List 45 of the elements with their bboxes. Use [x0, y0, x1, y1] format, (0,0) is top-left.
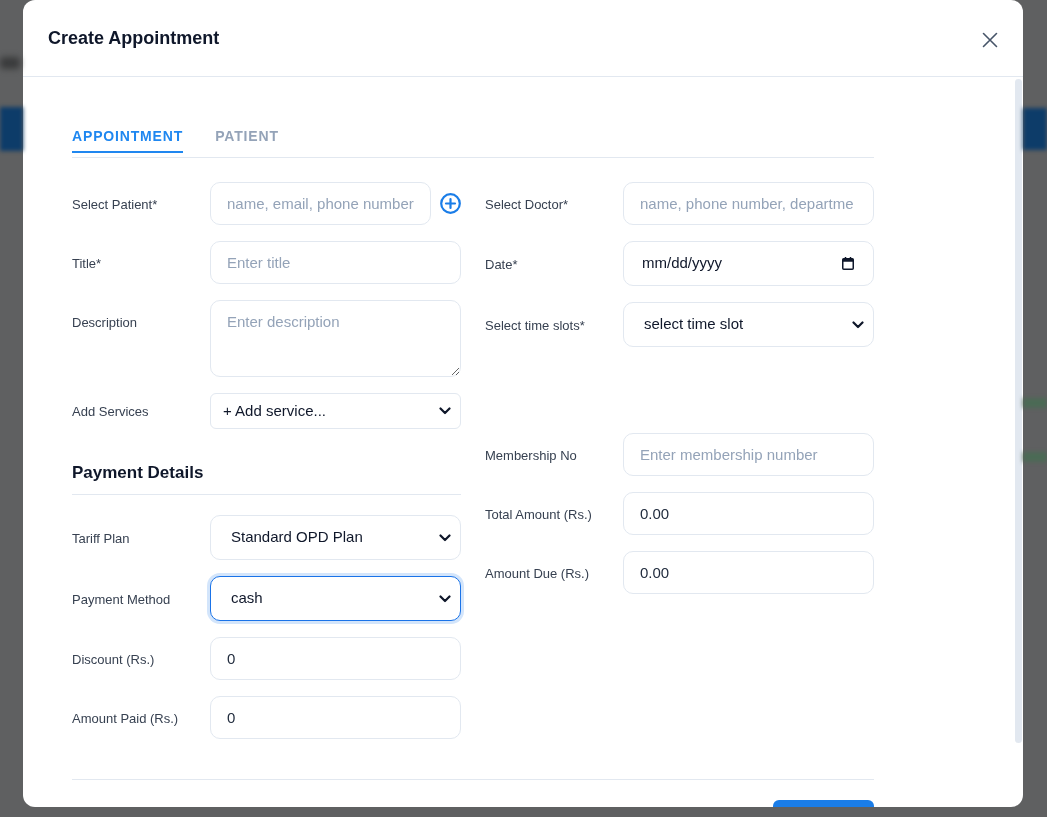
field-label: Select Patient*	[72, 196, 158, 212]
chevron-down-icon	[439, 533, 451, 542]
input-field[interactable]: 0.00	[623, 551, 874, 594]
section-heading: Payment Details	[72, 462, 461, 495]
field-label: Tariff Plan	[72, 530, 130, 546]
plus-circle-icon[interactable]	[440, 193, 461, 214]
chevron-down-icon	[439, 407, 451, 415]
dropdown-select[interactable]: cash	[210, 576, 461, 621]
input-field[interactable]: Enter title	[210, 241, 461, 284]
dropdown-select[interactable]: select time slot	[623, 302, 874, 347]
calendar-icon[interactable]	[842, 257, 854, 270]
date-field[interactable]: mm/dd/yyyy	[623, 241, 874, 286]
field-label: Title*	[72, 255, 102, 271]
primary-button[interactable]	[773, 800, 874, 807]
blurred-text	[0, 57, 20, 69]
input-field[interactable]: 0	[210, 696, 461, 739]
input-field[interactable]: 0.00	[623, 492, 874, 535]
field-label: Membership No	[485, 447, 577, 463]
field-label: Add Services	[72, 404, 149, 419]
input-field[interactable]: Enter membership number	[623, 433, 874, 476]
dialog-title: Create Appointment	[48, 27, 220, 50]
blurred-banner	[0, 107, 23, 151]
dropdown-select[interactable]: Standard OPD Plan	[210, 515, 461, 560]
field-label: Description	[72, 315, 138, 330]
input-field[interactable]: name, email, phone number	[210, 182, 431, 225]
field-label: Amount Due (Rs.)	[485, 565, 590, 581]
blurred-badge	[1023, 398, 1047, 408]
input-field[interactable]: 0	[210, 637, 461, 680]
field-label: Amount Paid (Rs.)	[72, 710, 179, 726]
input-field[interactable]: name, phone number, departme	[623, 182, 874, 225]
field-label: Discount (Rs.)	[72, 651, 155, 667]
field-label: Select Doctor*	[485, 196, 569, 212]
field-label: Select time slots*	[485, 317, 585, 333]
field-label: Date*	[485, 256, 518, 272]
chevron-down-icon	[852, 320, 864, 329]
tab[interactable]: APPOINTMENT	[72, 126, 184, 153]
field-label: Total Amount (Rs.)	[485, 506, 592, 522]
dropdown-select[interactable]: + Add service...	[210, 393, 461, 429]
close-icon[interactable]	[982, 31, 998, 48]
blurred-badge	[1023, 452, 1047, 462]
field-label: Payment Method	[72, 591, 171, 607]
chevron-down-icon	[439, 594, 451, 603]
textarea-field[interactable]: Enter description	[210, 300, 461, 377]
blurred-banner	[1023, 108, 1047, 150]
scrollbar-thumb[interactable]	[1015, 79, 1022, 743]
